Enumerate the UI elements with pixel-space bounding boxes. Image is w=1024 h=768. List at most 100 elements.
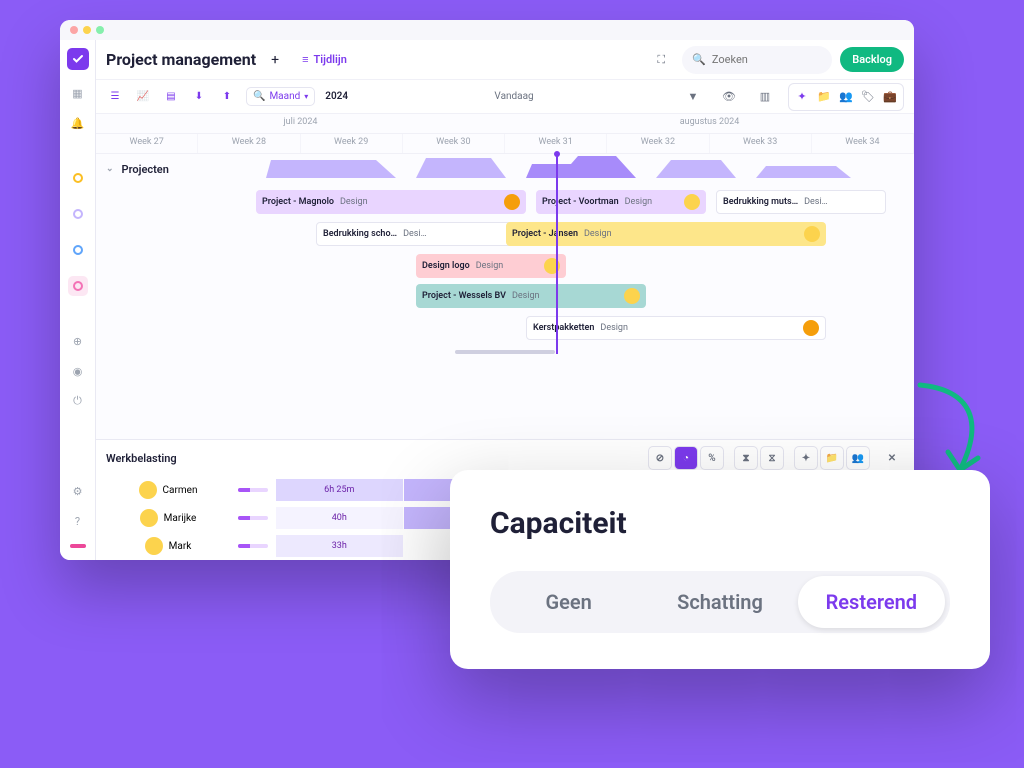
week-header: Week 29	[301, 134, 403, 153]
eye-icon[interactable]: 👁	[716, 84, 742, 110]
capacity-option[interactable]: Resterend	[798, 576, 945, 628]
puzzle-icon[interactable]: ✦	[791, 86, 813, 108]
list-view-icon[interactable]: ☰	[106, 88, 124, 106]
people-small-icon[interactable]: 👥	[846, 446, 870, 470]
traffic-light-yellow[interactable]	[83, 26, 91, 34]
avatar	[684, 194, 700, 210]
compass-icon[interactable]: ◉	[71, 364, 85, 378]
briefcase-icon[interactable]: 💼	[879, 86, 901, 108]
view-toolbar: ☰ 📈 ▤ ⬇ ⬆ 🔍 Maand ▾ 2024 Vandaag ▼ 👁 ▥ ✦…	[96, 80, 914, 114]
upload-icon[interactable]: ⬆	[218, 88, 236, 106]
project-name: Project - Magnolo	[262, 197, 334, 207]
add-icon[interactable]: ⊕	[71, 334, 85, 348]
today-button[interactable]: Vandaag	[494, 91, 533, 102]
today-indicator	[556, 154, 558, 354]
avatar	[504, 194, 520, 210]
tag-icon[interactable]: 🏷	[857, 86, 879, 108]
panel-icon[interactable]: ▦	[71, 86, 85, 100]
avatar	[804, 226, 820, 242]
project-bar[interactable]: Project - Magnolo Design	[256, 190, 526, 214]
project-name: Bedrukking muts…	[723, 197, 798, 207]
hourglass-icon[interactable]: ⧖	[760, 446, 784, 470]
capacity-segmented: GeenSchattingResterend	[490, 571, 950, 633]
avatar	[145, 537, 163, 555]
person-name: Carmen	[163, 485, 198, 496]
footer-accent	[70, 544, 86, 548]
avatar	[624, 288, 640, 304]
avatar	[139, 481, 157, 499]
workload-cell[interactable]: 40h	[276, 507, 404, 529]
filter-icon[interactable]: ▼	[680, 84, 706, 110]
status-dot-3[interactable]	[68, 240, 88, 260]
project-bar[interactable]: Bedrukking scho… Desi…	[316, 222, 516, 246]
period-selector[interactable]: 🔍 Maand ▾	[246, 87, 315, 106]
project-name: Project - Jansen	[512, 229, 578, 239]
null-icon[interactable]: ⊘	[648, 446, 672, 470]
capacity-option[interactable]: Schatting	[646, 576, 793, 628]
project-stage: Design	[512, 291, 540, 301]
percent-icon[interactable]: %	[700, 446, 724, 470]
workload-cell[interactable]: 6h 25m	[276, 479, 404, 501]
project-stage: Design	[625, 197, 653, 207]
project-name: Project - Voortman	[542, 197, 619, 207]
week-header: Week 33	[710, 134, 812, 153]
period-label: Maand	[269, 91, 300, 102]
scroll-indicator[interactable]	[455, 350, 555, 354]
download-icon[interactable]: ⬇	[190, 88, 208, 106]
project-bar[interactable]: Project - JansenDesign	[506, 222, 826, 246]
timeline-area: juli 2024 augustus 2024 Week 27Week 28We…	[96, 114, 914, 439]
folder-small-icon[interactable]: 📁	[820, 446, 844, 470]
chart-icon[interactable]: 📈	[134, 88, 152, 106]
columns-icon[interactable]: ▥	[752, 84, 778, 110]
capacity-option[interactable]: Geen	[495, 576, 642, 628]
traffic-light-red[interactable]	[70, 26, 78, 34]
project-stage: Design	[340, 197, 368, 207]
avatar	[803, 320, 819, 336]
person-cell[interactable]: Mark	[96, 537, 276, 555]
project-stage: Design	[600, 323, 628, 333]
puzzle-small-icon[interactable]: ✦	[794, 446, 818, 470]
avatar	[140, 509, 158, 527]
add-button[interactable]: +	[264, 49, 286, 71]
help-icon[interactable]: ?	[71, 514, 85, 528]
person-cell[interactable]: Carmen	[96, 481, 276, 499]
status-dot-4[interactable]	[68, 276, 88, 296]
layers-icon[interactable]: ▤	[162, 88, 180, 106]
people-icon[interactable]: 👥	[835, 86, 857, 108]
status-dot-2[interactable]	[68, 204, 88, 224]
close-icon[interactable]: ✕	[880, 446, 904, 470]
week-header: Week 27	[96, 134, 198, 153]
workload-cell[interactable]: 33h	[276, 535, 404, 557]
project-bar[interactable]: Kerstpakketten Design	[526, 316, 826, 340]
search-small-icon: 🔍	[253, 91, 265, 102]
project-name: Bedrukking scho…	[323, 229, 397, 239]
search-box[interactable]: 🔍	[682, 46, 832, 74]
folder-icon[interactable]: 📁	[813, 86, 835, 108]
month-label-left: juli 2024	[96, 114, 505, 133]
timeline-view-button[interactable]: ≡ Tijdlijn	[294, 48, 355, 71]
backlog-button[interactable]: Backlog	[840, 47, 904, 72]
project-stage: Desi…	[804, 197, 828, 207]
list-icon: ≡	[302, 53, 308, 66]
power-icon[interactable]: ⏻	[71, 394, 85, 408]
project-stage: Desi…	[403, 229, 427, 239]
app-logo[interactable]	[67, 48, 89, 70]
project-name: Project - Wessels BV	[422, 291, 506, 301]
status-dot-1[interactable]	[68, 168, 88, 188]
gear-icon[interactable]: ⚙	[71, 484, 85, 498]
mini-capacity-bar	[238, 544, 268, 548]
traffic-light-green[interactable]	[96, 26, 104, 34]
project-bar[interactable]: Bedrukking muts… Desi…	[716, 190, 886, 214]
person-cell[interactable]: Marijke	[96, 509, 276, 527]
bell-icon[interactable]: 🔔	[71, 116, 85, 130]
project-bar[interactable]: Project - Wessels BV Design	[416, 284, 646, 308]
hourglass-fill-icon[interactable]: ⧗	[734, 446, 758, 470]
search-input[interactable]	[712, 53, 822, 66]
project-bar[interactable]: Project - Voortman Design	[536, 190, 706, 214]
year-label: 2024	[325, 91, 348, 102]
expand-icon[interactable]: ⛶	[648, 47, 674, 73]
clock-icon[interactable]: ◔	[674, 446, 698, 470]
project-bar[interactable]: Design logoDesign	[416, 254, 566, 278]
week-header: Week 32	[607, 134, 709, 153]
project-name: Kerstpakketten	[533, 323, 594, 333]
